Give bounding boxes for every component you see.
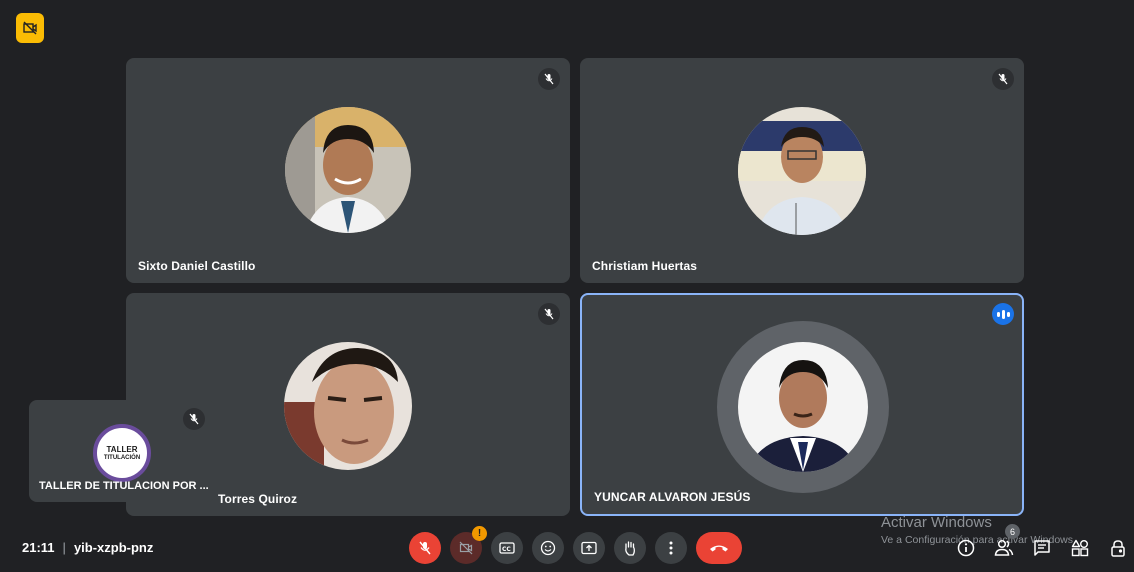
taller-logo: TALLER TITULACIÓN <box>93 424 151 482</box>
participant-avatar <box>738 107 866 235</box>
info-icon <box>957 539 975 557</box>
people-icon <box>994 539 1014 556</box>
participant-name: Christiam Huertas <box>592 259 698 273</box>
participant-avatar <box>285 107 411 233</box>
activities-button[interactable] <box>1070 538 1090 558</box>
end-call-icon <box>710 545 728 552</box>
more-vert-icon <box>669 541 673 555</box>
watermark-title: Activar Windows <box>881 514 992 531</box>
camera-toggle-button[interactable]: ! <box>450 526 487 564</box>
logo-line-1: TALLER <box>106 444 138 454</box>
present-button[interactable] <box>573 532 605 564</box>
participant-name: Torres Quiroz <box>218 492 298 506</box>
captions-icon: CC <box>499 542 515 554</box>
mic-toggle-button[interactable] <box>409 532 441 564</box>
participant-name: YUNCAR ALVARON JESÚS <box>594 490 751 504</box>
call-controls: ! CC <box>409 526 742 564</box>
participant-avatar <box>284 342 412 470</box>
meeting-info: 21:11 | yib-xzpb-pnz <box>22 540 153 555</box>
chat-button[interactable] <box>1032 538 1052 558</box>
mic-off-icon <box>183 408 205 430</box>
svg-text:CC: CC <box>502 546 511 553</box>
host-controls-button[interactable] <box>1108 538 1128 558</box>
mic-off-icon <box>992 68 1014 90</box>
separator: | <box>62 540 66 555</box>
more-options-button[interactable] <box>655 532 687 564</box>
participant-avatar <box>738 342 868 472</box>
mic-off-icon <box>538 68 560 90</box>
reactions-button[interactable] <box>532 532 564 564</box>
chat-icon <box>1034 540 1050 556</box>
raise-hand-button[interactable] <box>614 532 646 564</box>
shapes-icon <box>1071 539 1089 557</box>
meeting-details-button[interactable] <box>956 538 976 558</box>
lock-person-icon <box>1111 540 1125 557</box>
meeting-code: yib-xzpb-pnz <box>73 540 154 555</box>
emoji-icon <box>540 540 556 556</box>
mic-off-icon <box>538 303 560 325</box>
logo-line-2: TITULACIÓN <box>103 454 141 461</box>
people-count-badge: 6 <box>1005 524 1020 539</box>
side-panel-controls: 6 <box>956 524 1134 558</box>
camera-alert-badge: ! <box>472 526 487 541</box>
participant-tile[interactable]: Sixto Daniel Castillo <box>126 58 570 283</box>
video-off-icon <box>23 21 37 35</box>
participant-tile[interactable]: Christiam Huertas <box>580 58 1024 283</box>
present-screen-icon <box>581 541 597 555</box>
leave-call-button[interactable] <box>696 532 742 564</box>
self-view-tile[interactable]: TALLER TITULACIÓN TALLER DE TITULACION P… <box>29 400 215 502</box>
participant-name: Sixto Daniel Castillo <box>138 259 256 273</box>
people-button[interactable]: 6 <box>994 524 1020 558</box>
hand-icon <box>625 541 635 556</box>
self-view-name: TALLER DE TITULACION POR ... <box>39 480 209 492</box>
clock: 21:11 <box>22 540 55 555</box>
captions-button[interactable]: CC <box>491 532 523 564</box>
camera-off-icon <box>459 541 473 555</box>
camera-disabled-indicator[interactable] <box>16 13 44 43</box>
microphone-off-icon <box>419 541 431 555</box>
speaking-indicator-icon <box>992 303 1014 325</box>
active-speaker-tile[interactable]: YUNCAR ALVARON JESÚS <box>580 293 1024 516</box>
